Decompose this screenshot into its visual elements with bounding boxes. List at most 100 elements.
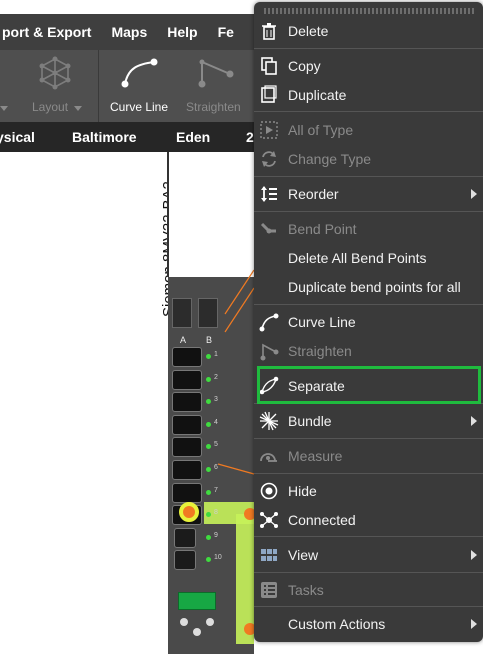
menu-item-delete[interactable]: Delete	[254, 16, 483, 45]
pdu-breakers	[172, 298, 220, 330]
outlet-status-led	[206, 376, 211, 382]
measure-icon	[259, 446, 279, 466]
cube-network-icon	[38, 56, 72, 95]
menu-item-delete-all-bend-points[interactable]: Delete All Bend Points	[254, 243, 483, 272]
pdu-display	[178, 592, 216, 610]
outlet-number: 6	[214, 464, 218, 471]
menu-separator	[254, 304, 483, 305]
context-menu: Delete Copy Duplicate All of Type Change Typ…	[254, 2, 483, 642]
outlet-status-led	[206, 467, 211, 472]
connected-icon	[259, 510, 279, 530]
outlet-number: 9	[214, 531, 218, 539]
outlet-number: 7	[214, 486, 218, 494]
menu-item-label: Bundle	[288, 412, 332, 429]
menu-grip[interactable]	[264, 8, 474, 14]
menu-item-bend-point[interactable]: Bend Point	[254, 214, 483, 243]
menu-item-change-type[interactable]: Change Type	[254, 144, 483, 173]
menu-item-label: Custom Actions	[288, 615, 386, 632]
pdu-outlet[interactable]	[172, 460, 202, 480]
pdu-outlet[interactable]	[174, 550, 196, 571]
menu-item-tasks[interactable]: Tasks	[254, 575, 483, 604]
menu-item-label: Duplicate	[288, 86, 347, 103]
pdu-outlet[interactable]	[172, 482, 202, 503]
copy-icon	[259, 56, 279, 76]
tab-baltimore[interactable]: Baltimore	[72, 122, 137, 152]
menu-item-all-of-type[interactable]: All of Type	[254, 115, 483, 144]
menu-item-label: Reorder	[288, 185, 339, 202]
pdu-outlet[interactable]	[172, 437, 202, 458]
menu-item-label: Connected	[288, 511, 356, 528]
outlet-number: 3	[214, 396, 218, 404]
submenu-arrow-icon	[471, 415, 477, 426]
menu-separator	[254, 211, 483, 212]
menu-import-export[interactable]: port & Export	[0, 24, 101, 40]
select-type-icon	[259, 120, 279, 140]
straighten-label: Straighten	[186, 100, 241, 114]
curve-line-icon	[120, 56, 160, 95]
outlet-number: 10	[214, 554, 222, 562]
pdu-outlet[interactable]	[172, 369, 202, 390]
pdu-buttons	[176, 616, 222, 644]
separate-highlight-box	[257, 366, 481, 404]
menu-item-label: Measure	[288, 447, 343, 464]
layout-button[interactable]: Layout	[0, 50, 98, 122]
menu-item-curve-line[interactable]: Curve Line	[254, 307, 483, 336]
menu-item-straighten[interactable]: Straighten	[254, 336, 483, 365]
menu-item-label: Delete	[288, 22, 329, 39]
curve-line-button[interactable]: Curve Line	[100, 50, 180, 122]
menu-maps[interactable]: Maps	[101, 24, 157, 40]
outlet-number: 5	[214, 441, 218, 449]
menu-item-label: Delete All Bend Points	[288, 249, 427, 266]
menu-item-view[interactable]: View	[254, 540, 483, 569]
menu-fe[interactable]: Fe	[208, 24, 244, 40]
menu-item-duplicate[interactable]: Duplicate	[254, 80, 483, 109]
outlet-status-led	[206, 489, 211, 495]
menu-item-bundle[interactable]: Bundle	[254, 406, 483, 435]
straighten-button[interactable]: Straighten	[180, 50, 254, 122]
outlet-number: 4	[214, 418, 218, 426]
outlet-status-led	[206, 421, 211, 427]
menu-help[interactable]: Help	[157, 24, 207, 40]
straighten-icon	[196, 56, 236, 95]
menu-item-copy[interactable]: Copy	[254, 51, 483, 80]
toolbar-divider	[98, 50, 99, 122]
tasks-icon	[259, 580, 279, 600]
menu-item-label: Straighten	[288, 342, 352, 359]
bend-point-icon	[259, 219, 279, 239]
menu-item-label: Duplicate bend points for all	[288, 278, 461, 295]
straighten-icon	[259, 341, 279, 361]
tab-2[interactable]: 2	[246, 122, 254, 152]
menu-separator	[254, 438, 483, 439]
pdu-outlet[interactable]	[172, 392, 202, 413]
chevron-down-icon	[74, 106, 82, 111]
menu-separator	[254, 48, 483, 49]
selected-outlet-marker[interactable]	[179, 502, 199, 522]
chevron-down-icon	[0, 106, 8, 111]
outlet-number: 8	[214, 509, 218, 517]
menu-item-measure[interactable]: Measure	[254, 441, 483, 470]
pdu-header-a: A	[180, 335, 187, 345]
pdu-outlet[interactable]	[174, 527, 196, 548]
outlet-number: 1	[214, 351, 218, 358]
trash-icon	[259, 21, 279, 41]
menu-item-custom-actions[interactable]: Custom Actions	[254, 609, 483, 638]
menu-item-connected[interactable]: Connected	[254, 505, 483, 534]
pdu-outlet[interactable]	[172, 347, 202, 367]
submenu-arrow-icon	[471, 188, 477, 199]
menu-item-hide[interactable]: Hide	[254, 476, 483, 505]
menu-separator	[254, 606, 483, 607]
curve-line-label: Curve Line	[110, 100, 169, 114]
tab-eden[interactable]: Eden	[176, 122, 210, 152]
app-window: port & Export Maps Help Fe Layout Curve …	[0, 0, 483, 654]
menu-item-reorder[interactable]: Reorder	[254, 179, 483, 208]
outlet-status-led	[206, 354, 211, 359]
submenu-arrow-icon	[471, 618, 477, 629]
pdu-outlet[interactable]	[172, 414, 202, 435]
pdu-header-b: B	[206, 335, 213, 345]
duplicate-icon	[259, 84, 279, 105]
menu-separator	[254, 176, 483, 177]
bundle-icon	[259, 411, 279, 431]
menu-item-duplicate-bend-points-for-all[interactable]: Duplicate bend points for all	[254, 272, 483, 301]
tab-physical[interactable]: ysical	[0, 122, 35, 152]
eye-icon	[259, 481, 279, 501]
